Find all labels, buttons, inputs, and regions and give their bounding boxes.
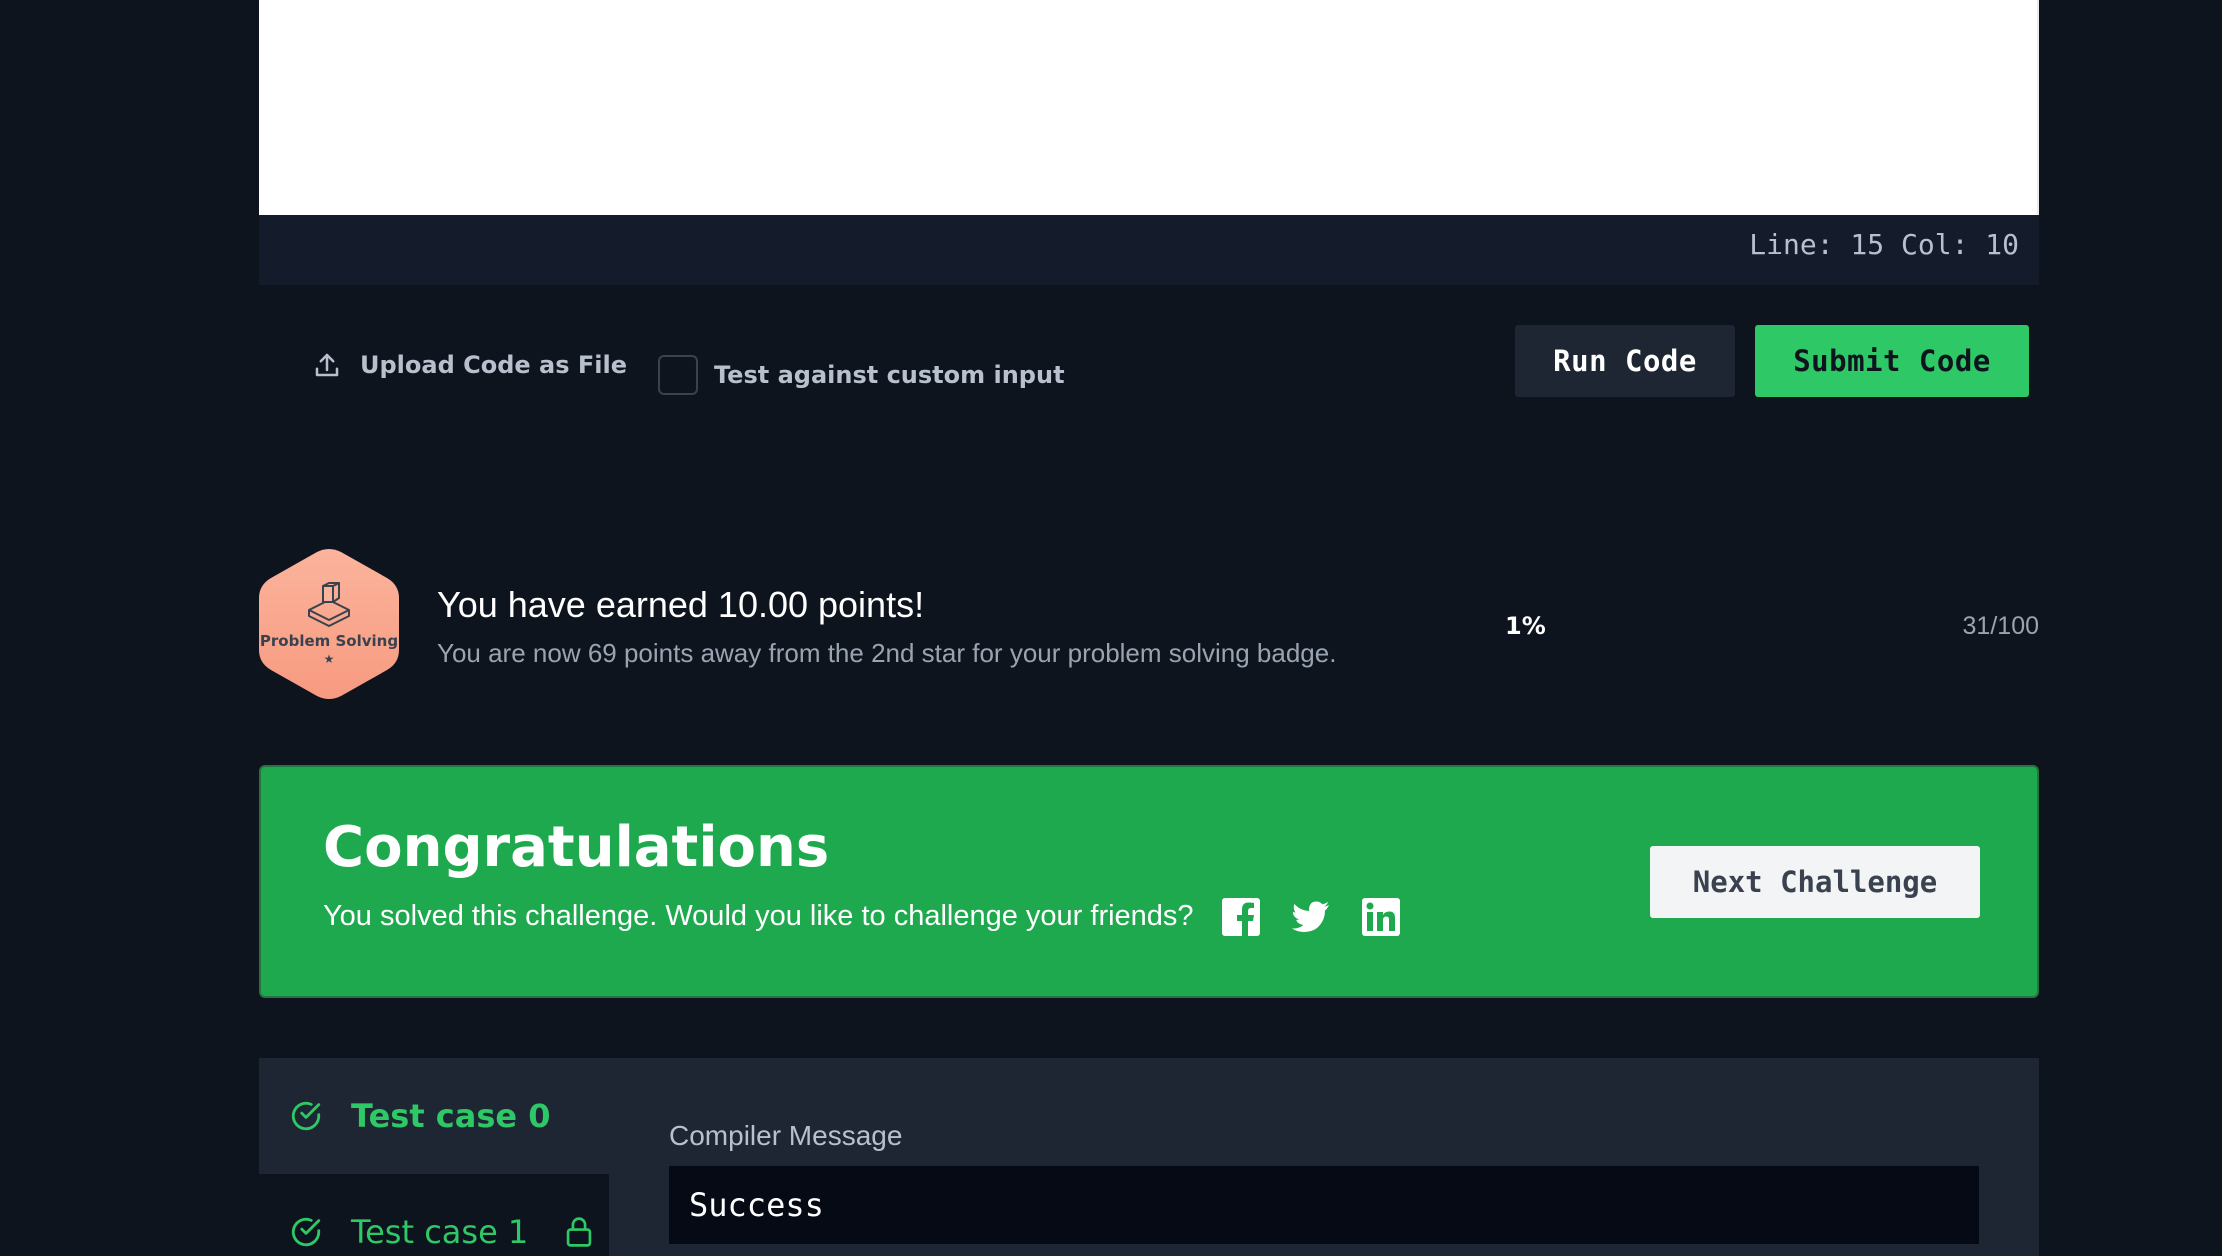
check-circle-icon bbox=[291, 1217, 321, 1246]
lock-icon bbox=[567, 1216, 592, 1247]
compiler-message: Success bbox=[689, 1186, 824, 1224]
custom-input-toggle[interactable]: Test against custom input bbox=[658, 355, 1065, 395]
check-circle-icon bbox=[291, 1101, 321, 1130]
test-case-label: Test case 0 bbox=[351, 1096, 551, 1135]
upload-code-button[interactable]: Upload Code as File bbox=[312, 350, 627, 380]
next-challenge-button[interactable]: Next Challenge bbox=[1650, 846, 1980, 918]
page: Line: 15 Col: 10 Upload Code as File Tes… bbox=[0, 0, 2222, 1256]
congrats-message: You solved this challenge. Would you lik… bbox=[323, 900, 1194, 932]
congrats-title: Congratulations bbox=[323, 815, 830, 880]
progress-percent: 1% bbox=[1505, 612, 1546, 640]
editor-status-bar: Line: 15 Col: 10 bbox=[259, 215, 2039, 285]
badge-hexagon-icon bbox=[259, 549, 399, 699]
submit-code-button[interactable]: Submit Code bbox=[1755, 325, 2029, 397]
custom-input-checkbox[interactable] bbox=[658, 355, 698, 395]
compiler-message-box: Success bbox=[669, 1166, 1979, 1244]
test-case-label: Test case 1 bbox=[351, 1212, 529, 1251]
points-subtitle: You are now 69 points away from the 2nd … bbox=[437, 638, 1337, 668]
points-earned-title: You have earned 10.00 points! bbox=[437, 584, 925, 625]
problem-solving-badge: Problem Solving ★ bbox=[259, 548, 399, 700]
progress-count: 31/100 bbox=[1962, 612, 2039, 640]
upload-icon bbox=[315, 353, 339, 377]
custom-input-label: Test against custom input bbox=[714, 361, 1065, 389]
upload-label: Upload Code as File bbox=[360, 351, 627, 379]
test-results-panel: Test case 0 Test case 1 Compiler Message… bbox=[259, 1058, 2039, 1256]
facebook-icon[interactable] bbox=[1221, 897, 1261, 937]
badge-stars: ★ bbox=[323, 652, 335, 666]
test-case-tab[interactable]: Test case 1 bbox=[259, 1174, 609, 1256]
run-code-button[interactable]: Run Code bbox=[1515, 325, 1735, 397]
code-editor[interactable] bbox=[259, 0, 2039, 215]
test-case-tab[interactable]: Test case 0 bbox=[259, 1058, 609, 1173]
compiler-message-label: Compiler Message bbox=[669, 1120, 903, 1151]
linkedin-icon[interactable] bbox=[1361, 897, 1401, 937]
congratulations-banner: Congratulations You solved this challeng… bbox=[259, 765, 2039, 998]
twitter-icon[interactable] bbox=[1291, 897, 1331, 937]
badge-name: Problem Solving bbox=[259, 632, 399, 650]
cursor-position: Line: 15 Col: 10 bbox=[1749, 228, 2019, 261]
